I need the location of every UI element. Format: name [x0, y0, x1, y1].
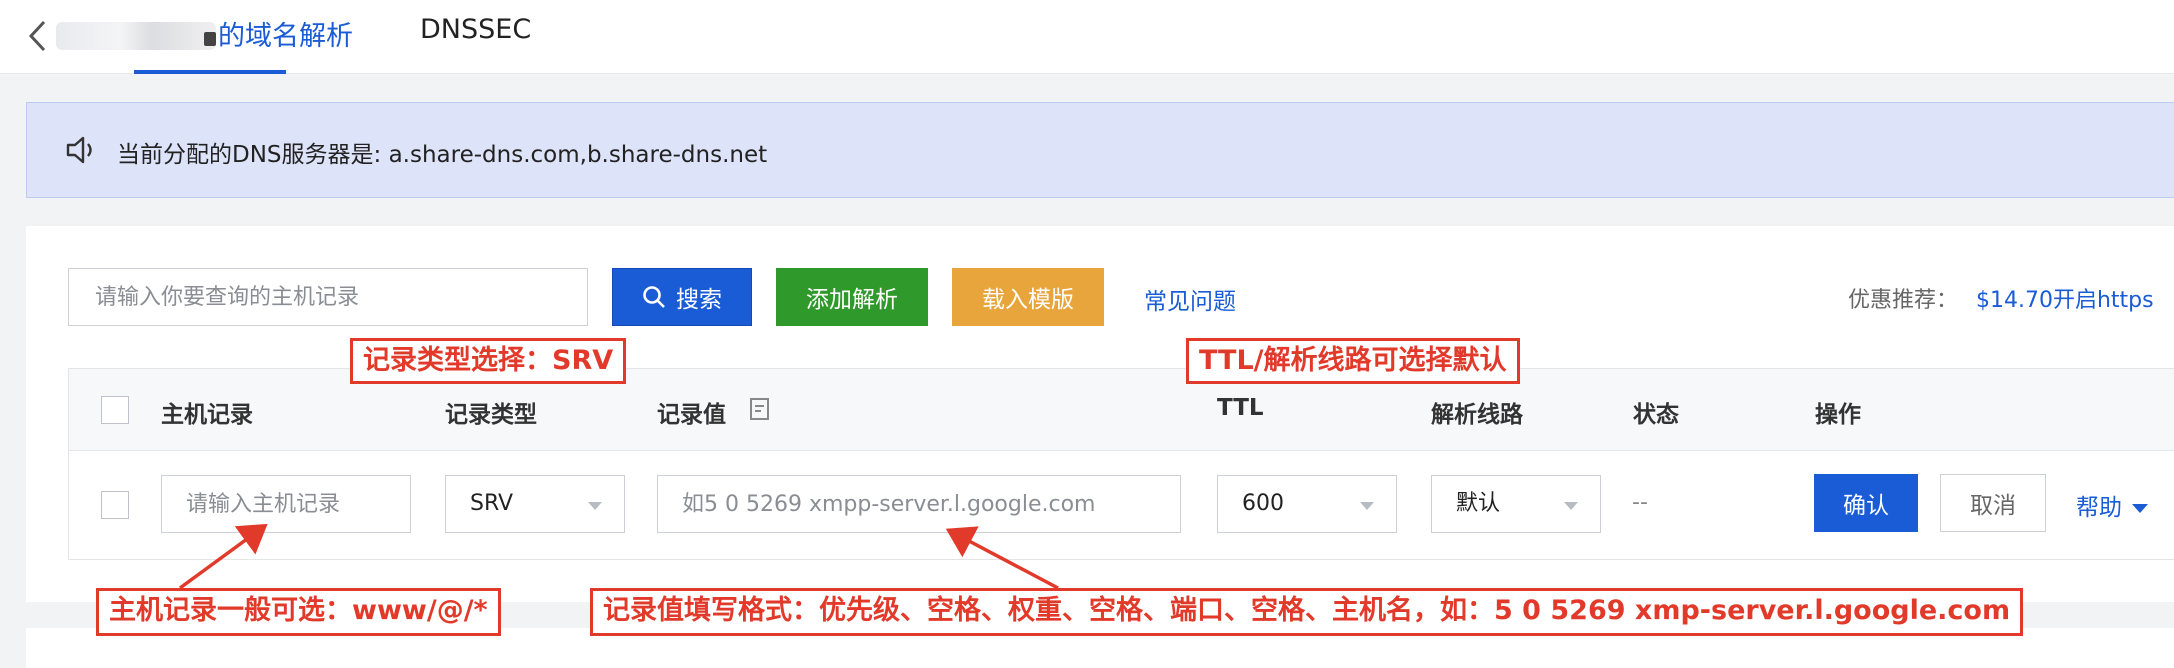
faq-link[interactable]: 常见问题: [1144, 282, 1236, 316]
record-value-input[interactable]: [657, 475, 1181, 533]
cancel-button[interactable]: 取消: [1940, 474, 2046, 532]
tab-dnssec[interactable]: DNSSEC: [420, 14, 531, 45]
header-action: 操作: [1815, 402, 1861, 428]
header-type: 记录类型: [445, 402, 537, 428]
redacted-domain-name: [56, 22, 216, 50]
load-template-button[interactable]: 载入模版: [952, 268, 1104, 326]
ttl-select[interactable]: 600: [1217, 475, 1397, 533]
active-tab-indicator: [134, 70, 286, 74]
search-button[interactable]: 搜索: [612, 268, 752, 326]
chevron-left-icon[interactable]: [26, 18, 50, 54]
chevron-down-icon: [1360, 502, 1374, 510]
promo-label: 优惠推荐：: [1848, 288, 1959, 313]
search-input[interactable]: [68, 268, 588, 326]
tab-domain-resolution[interactable]: 的域名解析: [218, 14, 353, 53]
help-dropdown[interactable]: 帮助: [2076, 488, 2148, 522]
host-record-input[interactable]: [161, 475, 411, 533]
annotation-host-record: 主机记录一般可选：www/@/*: [96, 588, 501, 636]
header-value: 记录值: [657, 402, 726, 428]
status-value: --: [1632, 490, 1648, 515]
annotation-record-type: 记录类型选择：SRV: [350, 338, 627, 384]
header-line: 解析线路: [1431, 402, 1523, 428]
row-checkbox[interactable]: [101, 491, 129, 519]
document-icon[interactable]: [749, 397, 771, 425]
select-all-checkbox[interactable]: [101, 396, 129, 424]
speaker-icon: [65, 135, 99, 165]
line-value: 默认: [1456, 491, 1501, 516]
top-tab-bar: 的域名解析 DNSSEC: [0, 0, 2174, 74]
promo-link[interactable]: $14.70开启https: [1976, 282, 2154, 314]
record-type-select[interactable]: SRV: [445, 475, 625, 533]
header-ttl: TTL: [1217, 395, 1264, 421]
annotation-ttl-line: TTL/解析线路可选择默认: [1186, 338, 1520, 384]
caret-down-icon: [2132, 504, 2148, 513]
ttl-value: 600: [1242, 491, 1284, 516]
search-button-label: 搜索: [676, 287, 722, 313]
record-type-value: SRV: [470, 491, 514, 516]
annotation-record-value: 记录值填写格式：优先级、空格、权重、空格、端口、空格、主机名，如：5 0 526…: [590, 588, 2024, 636]
line-select[interactable]: 默认: [1431, 475, 1601, 533]
search-icon: [643, 286, 665, 308]
chevron-down-icon: [1564, 502, 1578, 510]
header-status: 状态: [1633, 402, 1679, 428]
confirm-button[interactable]: 确认: [1814, 474, 1918, 532]
help-label: 帮助: [2076, 495, 2122, 521]
notice-text: 当前分配的DNS服务器是: a.share-dns.com,b.share-dn…: [117, 142, 768, 168]
header-host: 主机记录: [161, 402, 253, 428]
dns-server-notice: 当前分配的DNS服务器是: a.share-dns.com,b.share-dn…: [26, 102, 2174, 198]
add-record-button[interactable]: 添加解析: [776, 268, 928, 326]
chevron-down-icon: [588, 502, 602, 510]
